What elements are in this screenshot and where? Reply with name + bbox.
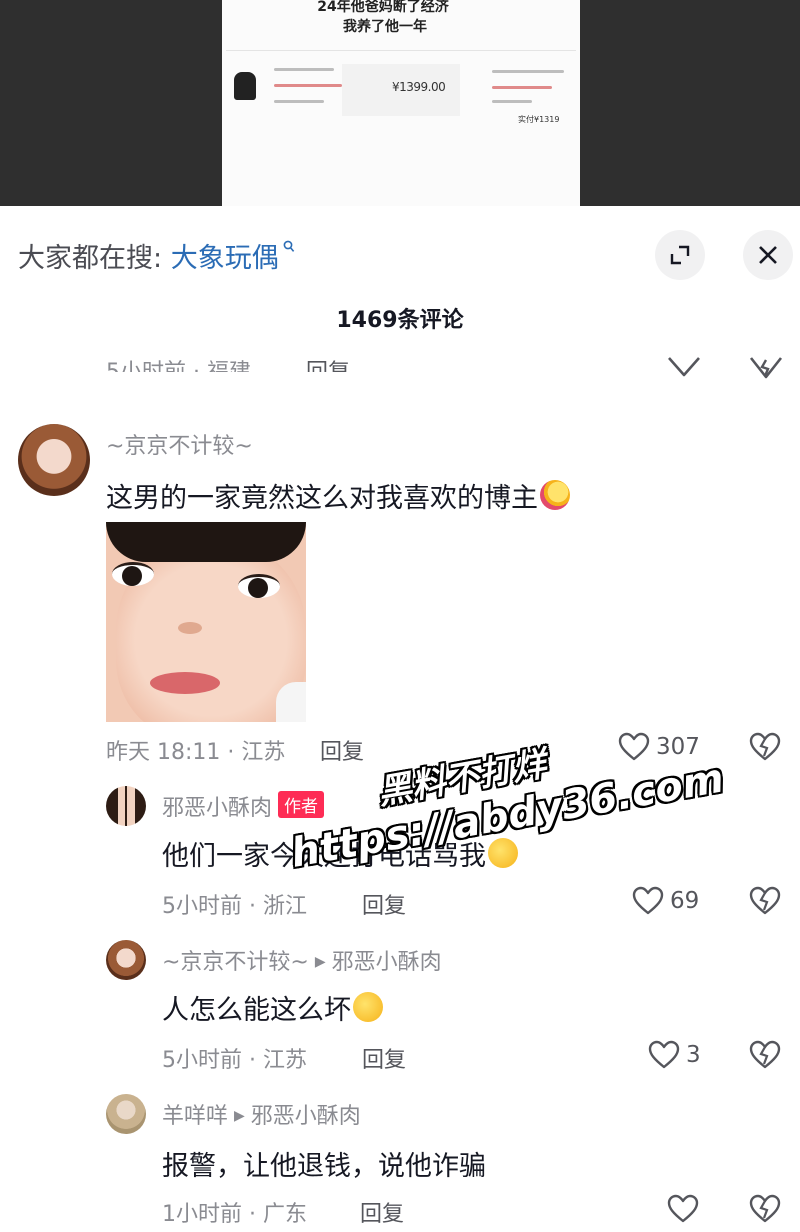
hoodie-thumbnail (234, 72, 256, 100)
reply-button[interactable]: 回复 (320, 734, 364, 766)
sticker-hair (106, 522, 306, 562)
order-price-small: 实付¥1319 (518, 115, 560, 124)
reply-text: 他们一家今天还打电话骂我 (162, 834, 518, 873)
order-text-line (274, 100, 324, 103)
dislike-icon[interactable] (749, 1194, 781, 1224)
reply-username[interactable]: 羊咩咩 ▶ 邪恶小酥肉 (162, 1098, 361, 1130)
reply-text: 人怎么能这么坏 (162, 988, 383, 1027)
sticker-image[interactable] (106, 522, 306, 722)
order-price: ¥1399.00 (392, 80, 446, 94)
sticker-eye (238, 574, 280, 598)
comment-username[interactable]: ~京京不计较~ (106, 428, 253, 460)
expand-button[interactable] (655, 230, 705, 280)
heart-icon[interactable] (618, 732, 650, 762)
comment-text-content: 这男的一家竟然这么对我喜欢的博主 (106, 483, 538, 514)
reply-username-text[interactable]: ~京京不计较~ (162, 950, 309, 975)
reply-username[interactable]: 邪恶小酥肉 作者 (162, 790, 325, 822)
dislike-icon[interactable] (749, 886, 781, 916)
like-count: 307 (656, 734, 700, 760)
dislike-icon[interactable] (749, 1040, 781, 1070)
reply-meta: 5小时前 · 江苏 (162, 1048, 307, 1073)
heart-icon[interactable] (648, 1040, 680, 1070)
search-suggestion-term[interactable]: 大象玩偶 (171, 243, 279, 274)
reply-button[interactable]: 回复 (362, 888, 406, 920)
sweat-emoji (488, 838, 518, 868)
order-text-line (492, 70, 564, 73)
comment-sheet: 大家都在搜: 大象玩偶 1469条评论 5小时前 · 福建 回复 ~京京不计较~… (0, 206, 800, 1232)
search-suggestion[interactable]: 大家都在搜: 大象玩偶 (18, 236, 295, 275)
party-emoji (540, 480, 570, 510)
comment-meta: 昨天 18:11 · 江苏 (106, 740, 286, 765)
like-count: 69 (670, 888, 700, 914)
reply-text-content: 他们一家今天还打电话骂我 (162, 841, 486, 872)
video-caption-line1: 24年他爸妈断了经济 (317, 0, 449, 15)
reply-meta: 1小时前 · 广东 (162, 1202, 307, 1227)
order-item: 实付¥1319 (492, 62, 576, 124)
reply-username-text[interactable]: 邪恶小酥肉 (162, 796, 272, 821)
reply-button[interactable]: 回复 (362, 1042, 406, 1074)
dislike-icon[interactable] (749, 732, 781, 762)
reply-arrow-icon: ▶ (234, 1108, 245, 1124)
sticker-mouth (150, 672, 220, 694)
reply-button[interactable]: 回复 (306, 354, 350, 372)
video-caption-line2: 我养了他一年 (343, 19, 427, 35)
avatar[interactable] (106, 1094, 146, 1134)
comment-meta: 5小时前 · 福建 (106, 354, 251, 372)
comment-count-title: 1469条评论 (336, 308, 464, 333)
comment-text: 这男的一家竟然这么对我喜欢的博主 (106, 476, 570, 515)
reply-to-username[interactable]: 邪恶小酥肉 (332, 950, 442, 975)
video-preview[interactable]: 24年他爸妈断了经济 我养了他一年 ¥1399.00 实付¥1319 (0, 0, 800, 206)
dislike-icon[interactable] (749, 356, 783, 380)
reply-text: 报警，让他退钱，说他诈骗 (162, 1151, 486, 1182)
heart-icon[interactable] (667, 1194, 699, 1224)
sticker-eye (112, 562, 154, 586)
expand-icon (670, 245, 690, 265)
divider (226, 50, 576, 51)
reply-text-content: 人怎么能这么坏 (162, 995, 351, 1026)
price-box: ¥1399.00 (342, 64, 460, 116)
close-button[interactable] (743, 230, 793, 280)
order-text-line (492, 100, 532, 103)
reply-username-text[interactable]: 羊咩咩 (162, 1104, 228, 1129)
avatar[interactable] (18, 424, 90, 496)
heart-icon[interactable] (632, 886, 664, 916)
sticker-nose (178, 622, 202, 634)
reply-meta: 5小时前 · 浙江 (162, 894, 307, 919)
avatar[interactable] (106, 786, 146, 826)
reply-username[interactable]: ~京京不计较~ ▶ 邪恶小酥肉 (162, 944, 442, 976)
order-text-line (492, 86, 552, 89)
sticker-shirt (276, 682, 306, 722)
search-suggestion-prefix: 大家都在搜: (18, 243, 163, 274)
order-text-line (274, 68, 334, 71)
reply-arrow-icon: ▶ (314, 954, 326, 970)
reply-button[interactable]: 回复 (360, 1196, 404, 1228)
author-badge: 作者 (278, 791, 325, 818)
like-count: 3 (686, 1042, 701, 1068)
reply-to-username[interactable]: 邪恶小酥肉 (251, 1104, 361, 1129)
order-text-line (274, 84, 342, 87)
smile-emoji (353, 992, 383, 1022)
close-icon (759, 246, 777, 264)
video-frame: 24年他爸妈断了经济 我养了他一年 ¥1399.00 实付¥1319 (222, 0, 580, 206)
search-icon[interactable] (279, 240, 295, 258)
heart-icon[interactable] (667, 356, 701, 378)
avatar[interactable] (106, 940, 146, 980)
